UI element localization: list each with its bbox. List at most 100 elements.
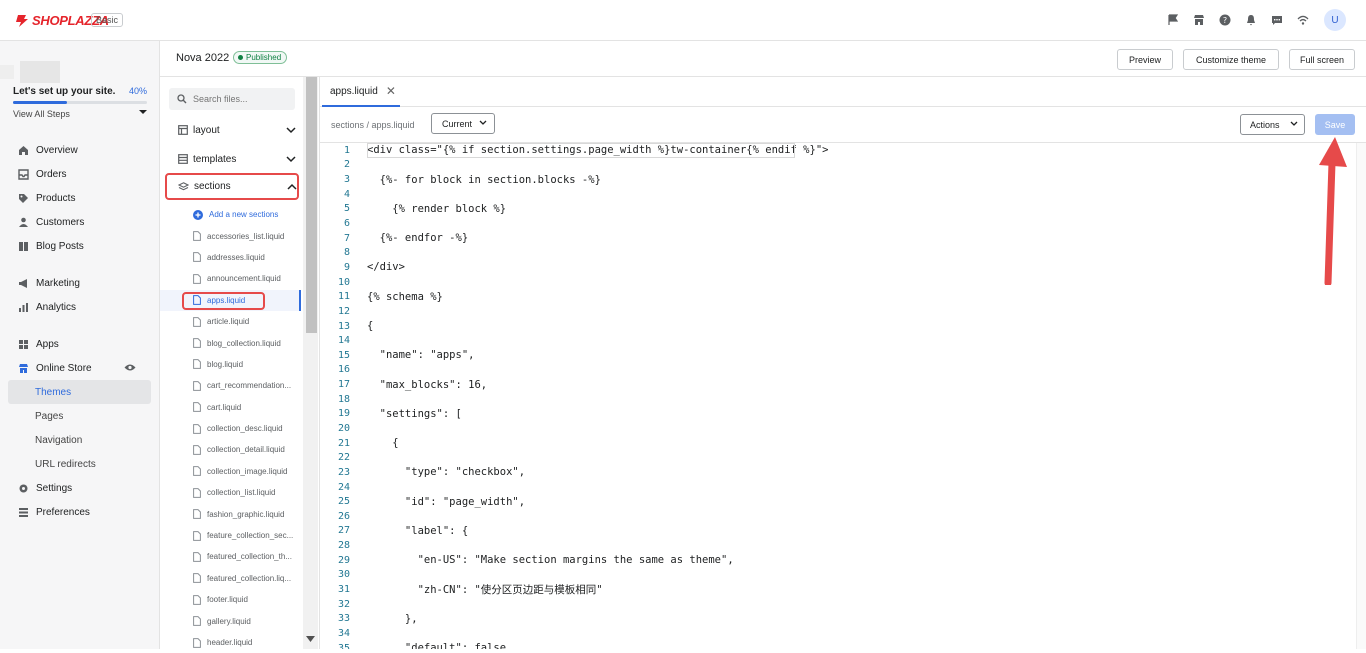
nav-marketing[interactable]: Marketing — [8, 271, 151, 295]
customize-theme-button[interactable]: Customize theme — [1183, 49, 1279, 70]
nav-apps[interactable]: Apps — [8, 332, 151, 356]
nav-orders[interactable]: Orders — [8, 162, 151, 186]
scroll-down-arrow-icon[interactable] — [306, 636, 315, 642]
nav-online-store[interactable]: Online Store — [8, 356, 151, 380]
file-item[interactable]: featured_collection.liq... — [160, 568, 301, 589]
file-item[interactable]: announcement.liquid — [160, 268, 301, 289]
file-item[interactable]: collection_image.liquid — [160, 461, 301, 482]
user-avatar[interactable]: U — [1324, 9, 1346, 31]
code-line[interactable]: 17 "max_blocks": 16, — [320, 377, 1360, 392]
code-line[interactable]: 14 — [320, 333, 1360, 348]
folder-templates[interactable]: templates — [170, 147, 296, 171]
actions-dropdown[interactable]: Actions — [1240, 114, 1305, 135]
eye-icon[interactable] — [124, 363, 136, 372]
nav-products[interactable]: Products — [8, 186, 151, 210]
file-item[interactable]: collection_detail.liquid — [160, 439, 301, 460]
store-name-blur[interactable] — [20, 61, 60, 83]
code-line[interactable]: 32 — [320, 597, 1360, 612]
nav-themes[interactable]: Themes — [8, 380, 151, 404]
code-line[interactable]: 21 { — [320, 436, 1360, 451]
save-button[interactable]: Save — [1315, 114, 1355, 135]
code-line[interactable]: 4 — [320, 187, 1360, 202]
nav-settings[interactable]: Settings — [8, 476, 151, 500]
nav-blog-posts[interactable]: Blog Posts — [8, 234, 151, 258]
code-line[interactable]: 6 — [320, 216, 1360, 231]
code-line[interactable]: 10 — [320, 275, 1360, 290]
nav-customers[interactable]: Customers — [8, 210, 151, 234]
file-item[interactable]: gallery.liquid — [160, 610, 301, 631]
code-line[interactable]: 13 { — [320, 319, 1360, 334]
flag-icon[interactable] — [1160, 9, 1186, 31]
code-line[interactable]: 34 — [320, 626, 1360, 641]
file-item[interactable]: collection_list.liquid — [160, 482, 301, 503]
line-number: 1 — [343, 144, 350, 156]
code-line[interactable]: 20 — [320, 421, 1360, 436]
red-arrow-annotation-icon — [1319, 137, 1347, 285]
code-line[interactable]: 22 — [320, 450, 1360, 465]
code-line[interactable]: 35 "default": false — [320, 641, 1360, 649]
nav-overview[interactable]: Overview — [8, 138, 151, 162]
code-line[interactable]: 33 }, — [320, 612, 1360, 627]
chat-icon[interactable] — [1264, 9, 1290, 31]
code-line[interactable]: 29 "en-US": "Make section margins the sa… — [320, 553, 1360, 568]
code-line[interactable]: 12 — [320, 304, 1360, 319]
code-editor[interactable]: 1 <div class="{% if section.settings.page… — [320, 143, 1360, 649]
code-line[interactable]: 9 </div> — [320, 260, 1360, 275]
file-item[interactable]: addresses.liquid — [160, 247, 301, 268]
code-line[interactable]: 30 — [320, 568, 1360, 583]
file-item[interactable]: accessories_list.liquid — [160, 225, 301, 246]
code-line[interactable]: 23 "type": "checkbox", — [320, 465, 1360, 480]
code-line[interactable]: 27 "label": { — [320, 524, 1360, 539]
file-item[interactable]: feature_collection_sec... — [160, 525, 301, 546]
code-line[interactable]: 8 — [320, 245, 1360, 260]
code-line[interactable]: 3 {%- for block in section.blocks -%} — [320, 172, 1360, 187]
code-line[interactable]: 2 — [320, 158, 1360, 173]
folder-sections[interactable]: sections — [165, 173, 299, 200]
code-scrollbar[interactable] — [1356, 143, 1366, 649]
close-icon[interactable]: ✕ — [386, 84, 396, 98]
file-item[interactable]: header.liquid — [160, 632, 301, 653]
version-select[interactable]: Current — [431, 113, 495, 134]
file-item[interactable]: collection_desc.liquid — [160, 418, 301, 439]
code-line[interactable]: 15 "name": "apps", — [320, 348, 1360, 363]
file-item[interactable]: cart_recommendation... — [160, 375, 301, 396]
code-line[interactable]: 24 — [320, 480, 1360, 495]
file-panel-scroll-thumb[interactable] — [306, 77, 317, 333]
file-item[interactable]: article.liquid — [160, 311, 301, 332]
file-item-active[interactable]: apps.liquid — [160, 289, 301, 311]
code-line[interactable]: 11 {% schema %} — [320, 289, 1360, 304]
file-item[interactable]: blog.liquid — [160, 354, 301, 375]
file-search[interactable] — [169, 88, 295, 110]
full-screen-button[interactable]: Full screen — [1289, 49, 1355, 70]
nav-preferences[interactable]: Preferences — [8, 500, 151, 524]
file-item[interactable]: footer.liquid — [160, 589, 301, 610]
code-line[interactable]: 18 — [320, 392, 1360, 407]
code-line[interactable]: 19 "settings": [ — [320, 407, 1360, 422]
bell-icon[interactable] — [1238, 9, 1264, 31]
help-icon[interactable]: ? — [1212, 9, 1238, 31]
wifi-icon[interactable] — [1290, 9, 1316, 31]
preview-button[interactable]: Preview — [1117, 49, 1173, 70]
nav-analytics[interactable]: Analytics — [8, 295, 151, 319]
file-item[interactable]: fashion_graphic.liquid — [160, 503, 301, 524]
view-all-steps[interactable]: View All Steps — [13, 109, 147, 119]
code-line[interactable]: 26 — [320, 509, 1360, 524]
tab-apps-liquid[interactable]: apps.liquid ✕ — [322, 77, 400, 107]
folder-layout[interactable]: layout — [170, 118, 296, 142]
file-item[interactable]: blog_collection.liquid — [160, 332, 301, 353]
store-icon[interactable] — [1186, 9, 1212, 31]
file-item[interactable]: featured_collection_th... — [160, 546, 301, 567]
file-item[interactable]: cart.liquid — [160, 397, 301, 418]
add-section-link[interactable]: Add a new sections — [160, 204, 301, 225]
code-line[interactable]: 25 "id": "page_width", — [320, 494, 1360, 509]
file-search-input[interactable] — [193, 94, 288, 104]
code-line[interactable]: 5 {% render block %} — [320, 202, 1360, 217]
nav-navigation[interactable]: Navigation — [8, 428, 151, 452]
code-line[interactable]: 7 {%- endfor -%} — [320, 231, 1360, 246]
code-line[interactable]: 28 — [320, 538, 1360, 553]
code-line[interactable]: 16 — [320, 363, 1360, 378]
setup-progress-card[interactable]: Let's set up your site. 40% View All Ste… — [13, 86, 147, 119]
code-line[interactable]: 31 "zh-CN": "使分区页边距与模板相同" — [320, 582, 1360, 597]
nav-url-redirects[interactable]: URL redirects — [8, 452, 151, 476]
nav-pages[interactable]: Pages — [8, 404, 151, 428]
